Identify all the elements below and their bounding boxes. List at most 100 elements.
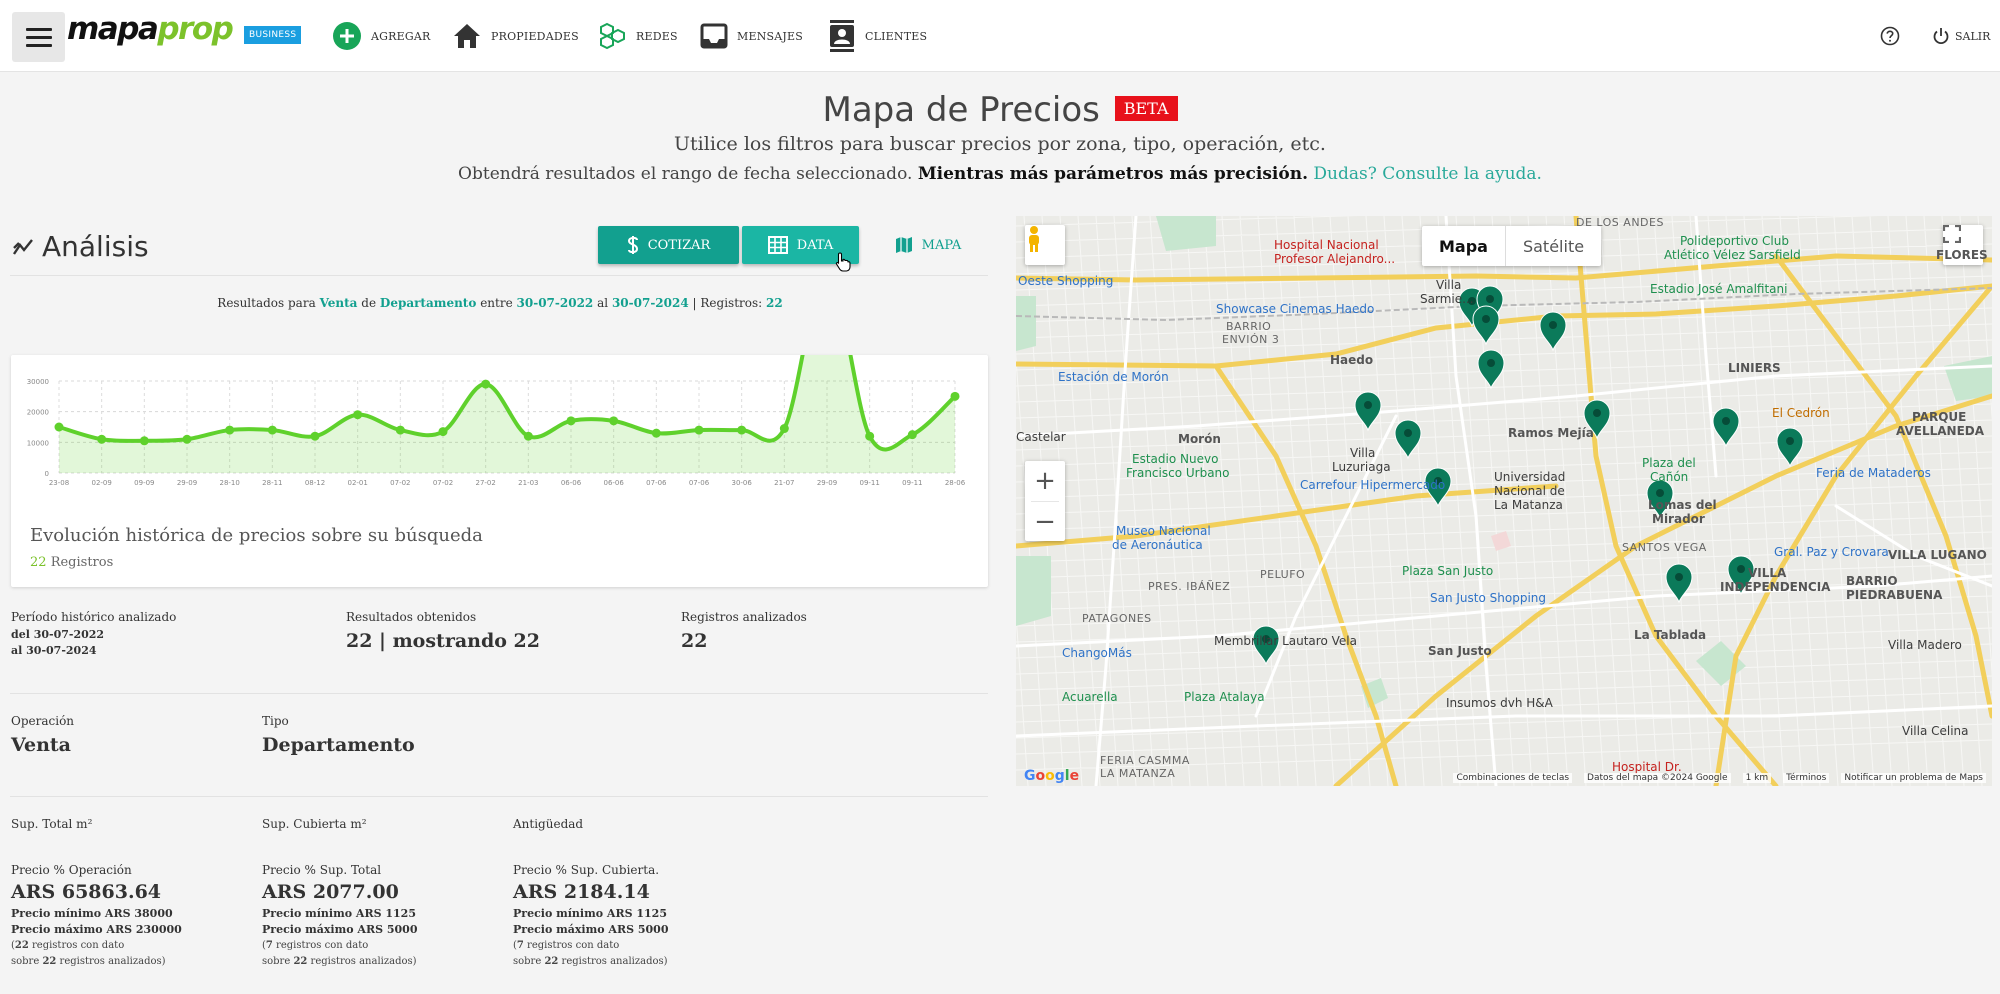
- chart-xtick-label: 09-09: [134, 479, 154, 487]
- map-footer-terms[interactable]: Términos: [1783, 773, 1830, 783]
- page-subtitle: Utilice los filtros para buscar precios …: [674, 133, 1326, 155]
- map-label-estadio-jos-amalfitani: Estadio José Amalfitani: [1650, 282, 1788, 296]
- business-badge: BUSINESS: [244, 26, 302, 44]
- help-link[interactable]: Dudas? Consulte la ayuda.: [1313, 164, 1542, 184]
- hand-cursor-icon: [835, 252, 851, 272]
- listing-pin-dot: [1737, 565, 1745, 573]
- chart-xtick-label: 23-08: [49, 479, 69, 487]
- price-map[interactable]: Mapa Satélite + − Hospital Nacional Prof…: [1016, 216, 1992, 786]
- map-label: Insumos dvh H&A: [1446, 696, 1553, 710]
- chart-point: [97, 434, 107, 444]
- map-type-satellite[interactable]: Satélite: [1504, 226, 1601, 266]
- nav-clientes[interactable]: CLIENTES: [828, 18, 927, 54]
- nav-agregar-label: AGREGAR: [371, 29, 431, 43]
- chart-caption: Evolución histórica de precios sobre su …: [30, 525, 483, 546]
- price-history-chart: 0 10000 20000 30000 23-08 02-09 09-09 29-09 28-1…: [27, 355, 966, 487]
- map-label-el-cedr-n: El Cedrón: [1772, 406, 1830, 420]
- inbox-icon: [700, 22, 728, 50]
- chart-xtick-label: 09-11: [902, 479, 922, 487]
- map-label-plaza-san-justo: Plaza San Justo: [1402, 564, 1494, 578]
- chart-point: [523, 431, 533, 441]
- map-label-lomas-del: Lomas del: [1648, 498, 1717, 512]
- listing-pin-dot: [1549, 321, 1557, 329]
- listing-pin-dot: [1482, 315, 1490, 323]
- chart-point: [566, 416, 576, 426]
- help-button[interactable]: [1880, 18, 1900, 54]
- page-hint: Obtendrá resultados el rango de fecha se…: [458, 164, 1542, 184]
- map-label-patagones: PATAGONES: [1082, 612, 1152, 625]
- chart-xtick-label: 29-09: [177, 479, 197, 487]
- chart-xtick-label: 06-06: [561, 479, 582, 487]
- nav-mensajes-label: MENSAJES: [737, 29, 803, 43]
- nav-propiedades[interactable]: PROPIEDADES: [452, 18, 579, 54]
- map-label-showcase-cinemas-haedo: Showcase Cinemas Haedo: [1216, 302, 1375, 316]
- nav-redes[interactable]: REDES: [597, 18, 678, 54]
- zoom-in-button[interactable]: +: [1025, 461, 1065, 501]
- map-label-pres-ib-ez: PRES. IBÁÑEZ: [1148, 580, 1231, 593]
- chart-point: [907, 430, 917, 440]
- stat-tipo: Tipo Departamento: [262, 714, 415, 756]
- cotizar-button[interactable]: COTIZAR: [598, 226, 739, 264]
- logout-button[interactable]: SALIR: [1932, 18, 1990, 54]
- map-label-ramos-mej-a: Ramos Mejía: [1508, 426, 1594, 440]
- map-label-liniers: LINIERS: [1728, 361, 1781, 375]
- map-label: Villa: [1350, 446, 1376, 460]
- stat-sup-total: Sup. Total m²: [11, 817, 93, 831]
- map-label-barrio: BARRIO: [1846, 574, 1898, 588]
- zoom-out-button[interactable]: −: [1025, 502, 1065, 542]
- map-label-avellaneda: AVELLANEDA: [1896, 424, 1985, 438]
- home-icon: [452, 22, 482, 50]
- chart-area-fill: [59, 355, 955, 473]
- map-type-toggle[interactable]: Mapa Satélite: [1422, 226, 1602, 266]
- listing-pin-dot: [1786, 437, 1794, 445]
- chart-point: [139, 436, 149, 446]
- stat-sup-cubierta: Sup. Cubierta m²: [262, 817, 367, 831]
- chart-point: [395, 425, 405, 435]
- divider: [10, 693, 988, 694]
- zoom-control[interactable]: + −: [1025, 461, 1065, 541]
- chart-xtick-label: 07-06: [646, 479, 667, 487]
- table-grid-icon: [767, 236, 788, 254]
- nav-mensajes[interactable]: MENSAJES: [700, 18, 803, 54]
- map-label-polideportivo-club: Polideportivo Club: [1680, 234, 1789, 248]
- street-view-button[interactable]: [1025, 225, 1065, 265]
- chart-point: [950, 391, 960, 401]
- map-label-parque: PARQUE: [1912, 410, 1967, 424]
- nav-redes-label: REDES: [636, 29, 678, 43]
- map-label-plaza-del: Plaza del: [1642, 456, 1696, 470]
- map-label-piedrabuena: PIEDRABUENA: [1846, 588, 1943, 602]
- map-footer-shortcuts[interactable]: Combinaciones de teclas: [1453, 773, 1573, 783]
- chart-xtick-label: 02-09: [91, 479, 111, 487]
- listing-pin-dot: [1487, 359, 1495, 367]
- listing-pin-dot: [1656, 489, 1664, 497]
- chart-ytick-label: 30000: [27, 378, 49, 386]
- beta-badge: BETA: [1114, 96, 1178, 121]
- map-label-profesor-alejandro: Profesor Alejandro...: [1274, 252, 1396, 266]
- map-label: La Matanza: [1494, 498, 1563, 512]
- map-label-estadio-nuevo: Estadio Nuevo: [1132, 452, 1219, 466]
- chart-point: [737, 425, 747, 435]
- map-label: Nacional de: [1494, 484, 1565, 498]
- map-label-oeste-shopping: Oeste Shopping: [1018, 274, 1114, 288]
- map-type-map[interactable]: Mapa: [1422, 226, 1505, 266]
- chart-point: [609, 416, 619, 426]
- chart-xtick-label: 28-06: [945, 479, 966, 487]
- map-label-estaci-n-de-mor-n: Estación de Morón: [1058, 370, 1169, 384]
- map-label-ca-n: Cañón: [1650, 470, 1689, 484]
- stat-precio-sup-cubierta: Precio % Sup. Cubierta. ARS 2184.14 Prec…: [513, 863, 669, 967]
- chart-point: [438, 427, 448, 437]
- mapa-button[interactable]: MAPA: [893, 226, 963, 264]
- nav-agregar[interactable]: AGREGAR: [332, 18, 430, 54]
- stat-resultados: Resultados obtenidos 22 | mostrando 22: [346, 610, 540, 652]
- map-label: Luzuriaga: [1332, 460, 1391, 474]
- page-title: Mapa de Precios BETA: [0, 90, 2000, 130]
- chart-xtick-label: 28-11: [262, 479, 282, 487]
- chart-xtick-label: 29-09: [817, 479, 837, 487]
- map-label-la-tablada: La Tablada: [1634, 628, 1707, 642]
- mapaprop-logo[interactable]: mapaprop: [67, 14, 234, 45]
- chart-xtick-label: 02-01: [347, 479, 367, 487]
- map-label-haedo: Haedo: [1330, 353, 1374, 367]
- map-footer-report[interactable]: Notificar un problema de Maps: [1841, 773, 1986, 783]
- hamburger-menu-button[interactable]: [12, 12, 65, 62]
- chart-xtick-label: 07-02: [390, 479, 410, 487]
